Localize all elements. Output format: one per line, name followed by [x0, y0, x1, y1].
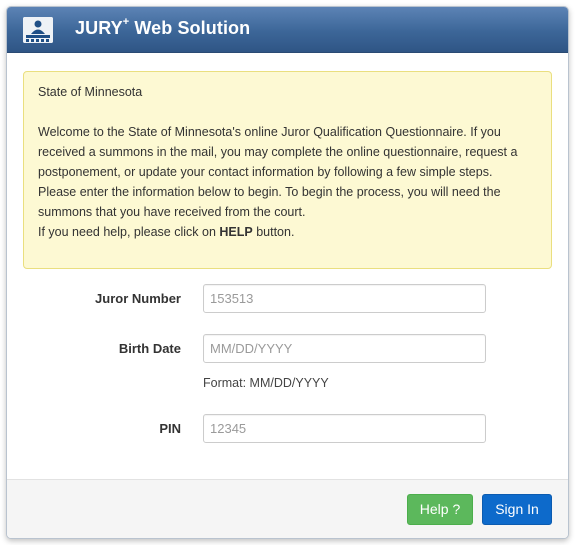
app-title: JURY+ Web Solution [75, 16, 251, 38]
notice-state: State of Minnesota [38, 85, 143, 99]
notice-instructions: Please enter the information below to be… [38, 185, 501, 219]
help-button[interactable]: Help ? [407, 494, 473, 525]
welcome-notice: State of Minnesota Welcome to the State … [23, 71, 552, 269]
pin-input[interactable] [203, 414, 486, 443]
jury-logo-icon [23, 17, 53, 43]
dialog-header: JURY+ Web Solution [7, 7, 568, 53]
pin-label: PIN [159, 421, 181, 436]
dialog-footer: Help ? Sign In [7, 479, 568, 538]
juror-number-label: Juror Number [95, 291, 181, 306]
notice-help: If you need help, please click on HELP b… [38, 225, 295, 239]
birth-date-hint: Format: MM/DD/YYYY [203, 376, 329, 390]
notice-welcome: Welcome to the State of Minnesota's onli… [38, 125, 518, 179]
juror-number-input[interactable] [203, 284, 486, 313]
birth-date-input[interactable] [203, 334, 486, 363]
sign-in-button[interactable]: Sign In [482, 494, 552, 525]
birth-date-label: Birth Date [118, 341, 181, 356]
signin-dialog: JURY+ Web Solution State of Minnesota We… [6, 6, 569, 539]
